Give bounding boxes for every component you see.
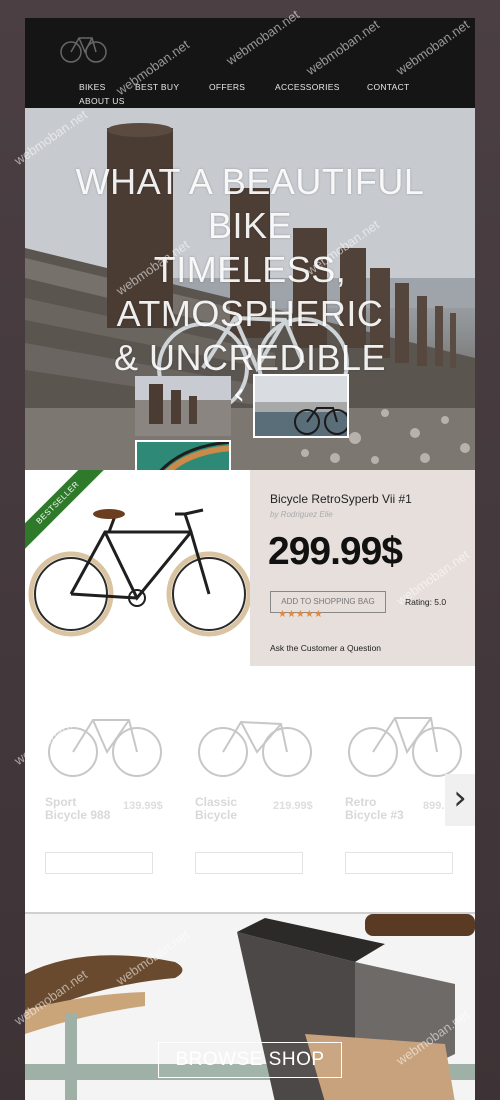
hero-heading-line: TIMELESS, — [153, 249, 347, 290]
nav-item-about-us[interactable]: ABOUT US — [79, 96, 125, 106]
product-image — [48, 719, 162, 777]
hero-heading-line: ATMOSPHERIC — [116, 293, 384, 334]
product-card[interactable]: Sport Bicycle 988 139.99$ — [45, 702, 175, 882]
product-price: 219.99$ — [273, 800, 313, 812]
hero-heading-line: BIKE — [207, 205, 293, 246]
browse-banner: BROWSE SHOP — [25, 912, 475, 1100]
hero-thumbnail-3[interactable] — [135, 440, 231, 470]
product-add-button[interactable] — [45, 852, 153, 874]
featured-product-image[interactable]: BESTSELLER — [25, 470, 250, 666]
product-price: 299.99$ — [268, 530, 403, 573]
hero-heading-line: & UNCREDIBLE — [113, 337, 387, 378]
browse-shop-button[interactable]: BROWSE SHOP — [158, 1042, 342, 1078]
product-image — [198, 720, 312, 777]
featured-product-info: Bicycle RetroSyperb Vii #1 by Rodriguez … — [250, 470, 475, 666]
hero-thumbnail-1[interactable] — [133, 374, 233, 438]
product-card[interactable]: Classic Bicycle 219.99$ — [195, 702, 325, 882]
hero-heading-line: WHAT A BEAUTIFUL — [75, 161, 425, 202]
featured-product: BESTSELLER Bicycle RetroSyperb Vii #1 by… — [25, 470, 475, 666]
product-name: Classic Bicycle — [195, 795, 238, 822]
page: BIKES BEST BUY OFFERS ACCESSORIES CONTAC… — [25, 18, 475, 1100]
hero-prev-arrow[interactable]: ‹ — [233, 380, 245, 410]
product-price: 139.99$ — [123, 800, 163, 812]
product-name: Retro Bicycle #3 — [345, 795, 404, 822]
ask-question-link[interactable]: Ask the Customer a Question — [270, 643, 381, 653]
nav-item-contact[interactable]: CONTACT — [367, 82, 410, 92]
product-add-button[interactable] — [345, 852, 453, 874]
hero-heading: WHAT A BEAUTIFUL BIKE TIMELESS, ATMOSPHE… — [35, 160, 465, 380]
main-nav: BIKES BEST BUY OFFERS ACCESSORIES CONTAC… — [79, 82, 469, 108]
carousel-next-arrow[interactable]: › — [445, 774, 475, 826]
nav-item-accessories[interactable]: ACCESSORIES — [275, 82, 340, 92]
hero-thumbnail-2[interactable] — [253, 374, 349, 438]
product-add-button[interactable] — [195, 852, 303, 874]
product-carousel: Sport Bicycle 988 139.99$ Classic Bicycl… — [25, 666, 475, 912]
hero-slider: WHAT A BEAUTIFUL BIKE TIMELESS, ATMOSPHE… — [25, 108, 475, 470]
product-title[interactable]: Bicycle RetroSyperb Vii #1 — [270, 492, 412, 506]
nav-item-bikes[interactable]: BIKES — [79, 82, 106, 92]
product-author: by Rodriguez Elie — [270, 510, 333, 519]
product-name: Sport Bicycle 988 — [45, 795, 111, 822]
header: BIKES BEST BUY OFFERS ACCESSORIES CONTAC… — [25, 18, 475, 108]
bicycle-logo-icon[interactable] — [59, 26, 107, 66]
rating-label: Rating: 5.0 — [405, 597, 447, 607]
product-image — [348, 717, 462, 777]
nav-item-best-buy[interactable]: BEST BUY — [135, 82, 179, 92]
rating-stars-icon: ★★★★★ — [278, 609, 323, 620]
nav-item-offers[interactable]: OFFERS — [209, 82, 245, 92]
